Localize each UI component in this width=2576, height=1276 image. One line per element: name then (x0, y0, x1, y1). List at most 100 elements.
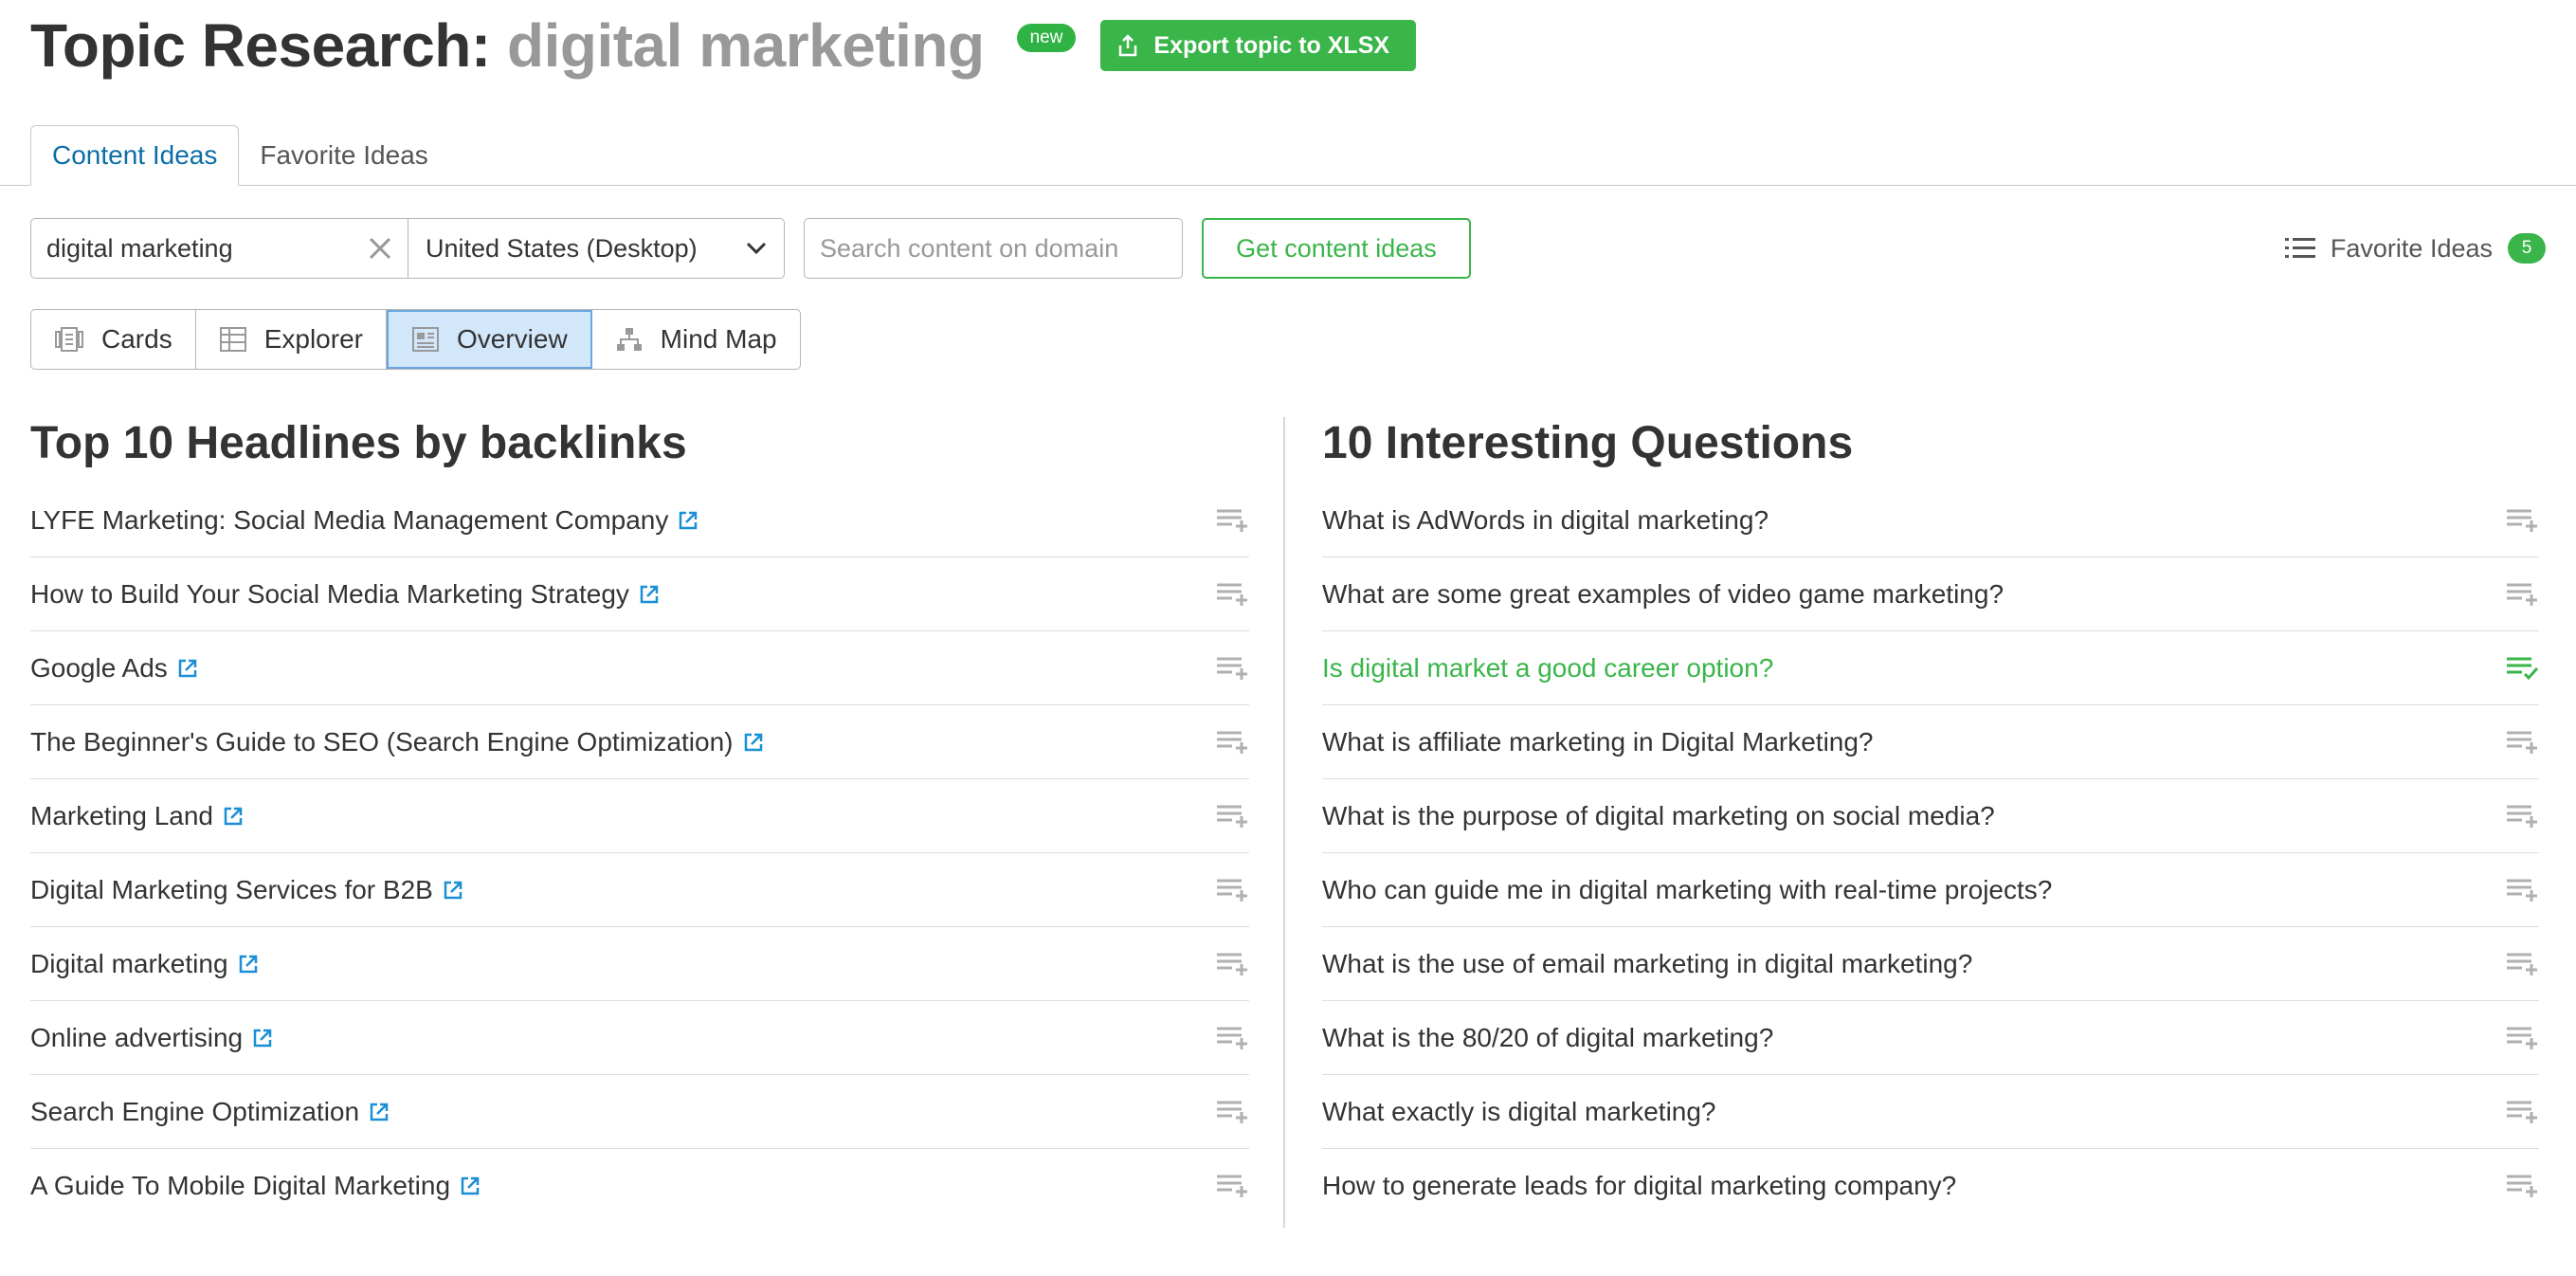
question-label: What are some great examples of video ga… (1322, 578, 2005, 609)
external-link-icon[interactable] (743, 732, 764, 753)
add-to-favorites-icon[interactable] (2507, 508, 2539, 533)
view-mind-map[interactable]: Mind Map (592, 310, 800, 369)
question-label: What exactly is digital marketing? (1322, 1096, 1716, 1126)
external-link-icon[interactable] (460, 1176, 481, 1196)
cards-icon (55, 327, 83, 352)
clear-icon[interactable] (368, 236, 392, 261)
tab-content-ideas[interactable]: Content Ideas (30, 125, 240, 186)
external-link[interactable] (639, 584, 660, 605)
external-link-icon[interactable] (238, 954, 259, 975)
headline-row: Marketing Land (30, 779, 1249, 853)
add-to-favorites-icon[interactable] (2507, 804, 2539, 829)
add-to-favorites-button[interactable] (2507, 1026, 2539, 1050)
headlines-panel: Top 10 Headlines by backlinks LYFE Marke… (30, 417, 1249, 1223)
add-to-favorites-icon[interactable] (1217, 508, 1249, 533)
external-link[interactable] (369, 1102, 390, 1122)
region-select[interactable]: United States (Desktop) (408, 219, 784, 278)
add-to-favorites-button[interactable] (1217, 730, 1249, 755)
headline-text[interactable]: Google Ads (30, 653, 198, 684)
external-link-icon[interactable] (177, 658, 198, 679)
add-to-favorites-icon[interactable] (2507, 730, 2539, 755)
view-overview[interactable]: Overview (386, 310, 592, 369)
add-to-favorites-button[interactable] (2507, 730, 2539, 755)
add-to-favorites-icon[interactable] (1217, 1100, 1249, 1124)
add-to-favorites-icon[interactable] (2507, 952, 2539, 976)
external-link-icon[interactable] (443, 880, 463, 901)
add-to-favorites-button[interactable] (1217, 1026, 1249, 1050)
add-to-favorites-icon[interactable] (2507, 1100, 2539, 1124)
add-to-favorites-button[interactable] (1217, 1100, 1249, 1124)
add-to-favorites-icon[interactable] (1217, 878, 1249, 902)
external-link-icon[interactable] (369, 1102, 390, 1122)
add-to-favorites-icon[interactable] (1217, 1174, 1249, 1198)
add-to-favorites-icon[interactable] (1217, 804, 1249, 829)
add-to-favorites-button[interactable] (1217, 656, 1249, 681)
view-explorer-label: Explorer (263, 324, 363, 354)
add-to-favorites-button[interactable] (2507, 582, 2539, 607)
external-link[interactable] (252, 1028, 273, 1048)
add-to-favorites-button[interactable] (1217, 582, 1249, 607)
external-link[interactable] (460, 1176, 481, 1196)
add-to-favorites-button[interactable] (2507, 508, 2539, 533)
external-link-icon[interactable] (678, 510, 698, 531)
question-text: What are some great examples of video ga… (1322, 579, 2004, 610)
favorite-added-icon[interactable] (2507, 656, 2539, 681)
headline-text[interactable]: How to Build Your Social Media Marketing… (30, 579, 660, 610)
headline-label: Search Engine Optimization (30, 1096, 360, 1126)
add-to-favorites-button[interactable] (2507, 952, 2539, 976)
add-to-favorites-button[interactable] (1217, 1174, 1249, 1198)
export-xlsx-button[interactable]: Export topic to XLSX (1100, 20, 1417, 71)
external-link[interactable] (678, 510, 698, 531)
headline-text[interactable]: Digital marketing (30, 949, 259, 979)
external-link[interactable] (443, 880, 463, 901)
add-to-favorites-icon[interactable] (2507, 1174, 2539, 1198)
add-to-favorites-button[interactable] (1217, 952, 1249, 976)
external-link-icon[interactable] (639, 584, 660, 605)
add-to-favorites-button[interactable] (1217, 508, 1249, 533)
tab-favorite-ideas[interactable]: Favorite Ideas (239, 125, 448, 186)
question-row: Who can guide me in digital marketing wi… (1322, 853, 2539, 927)
external-link[interactable] (223, 806, 244, 827)
favorite-ideas-link[interactable]: Favorite Ideas 5 (2284, 218, 2546, 279)
external-link[interactable] (743, 732, 764, 753)
question-label: What is the use of email marketing in di… (1322, 948, 1973, 978)
view-explorer[interactable]: Explorer (196, 310, 387, 369)
add-to-favorites-button[interactable] (2507, 1100, 2539, 1124)
add-to-favorites-button[interactable] (2507, 656, 2539, 681)
domain-search-input[interactable]: Search content on domain (804, 218, 1183, 279)
add-to-favorites-icon[interactable] (1217, 656, 1249, 681)
add-to-favorites-button[interactable] (1217, 878, 1249, 902)
keyword-input[interactable]: digital marketing (31, 219, 408, 278)
headline-text[interactable]: LYFE Marketing: Social Media Management … (30, 505, 698, 536)
search-bar: digital marketing United States (Desktop… (30, 218, 2546, 279)
add-to-favorites-icon[interactable] (1217, 582, 1249, 607)
add-to-favorites-icon[interactable] (2507, 1026, 2539, 1050)
question-row: What is the purpose of digital marketing… (1322, 779, 2539, 853)
question-label: What is the 80/20 of digital marketing? (1322, 1022, 1774, 1052)
headline-text[interactable]: Digital Marketing Services for B2B (30, 875, 463, 905)
external-link[interactable] (177, 658, 198, 679)
view-cards-label: Cards (101, 324, 172, 354)
headline-text[interactable]: The Beginner's Guide to SEO (Search Engi… (30, 727, 764, 757)
view-cards[interactable]: Cards (31, 310, 196, 369)
export-icon (1119, 34, 1137, 57)
question-row: What is AdWords in digital marketing? (1322, 483, 2539, 557)
external-link[interactable] (238, 954, 259, 975)
headline-text[interactable]: Marketing Land (30, 801, 244, 831)
add-to-favorites-icon[interactable] (1217, 1026, 1249, 1050)
table-icon (219, 327, 246, 352)
external-link-icon[interactable] (223, 806, 244, 827)
add-to-favorites-icon[interactable] (2507, 878, 2539, 902)
headline-text[interactable]: Online advertising (30, 1023, 273, 1053)
add-to-favorites-icon[interactable] (2507, 582, 2539, 607)
add-to-favorites-icon[interactable] (1217, 952, 1249, 976)
external-link-icon[interactable] (252, 1028, 273, 1048)
headline-text[interactable]: Search Engine Optimization (30, 1097, 390, 1127)
add-to-favorites-button[interactable] (2507, 804, 2539, 829)
get-content-ideas-button[interactable]: Get content ideas (1202, 218, 1471, 279)
add-to-favorites-button[interactable] (2507, 1174, 2539, 1198)
add-to-favorites-button[interactable] (1217, 804, 1249, 829)
add-to-favorites-button[interactable] (2507, 878, 2539, 902)
add-to-favorites-icon[interactable] (1217, 730, 1249, 755)
headline-text[interactable]: A Guide To Mobile Digital Marketing (30, 1171, 481, 1201)
